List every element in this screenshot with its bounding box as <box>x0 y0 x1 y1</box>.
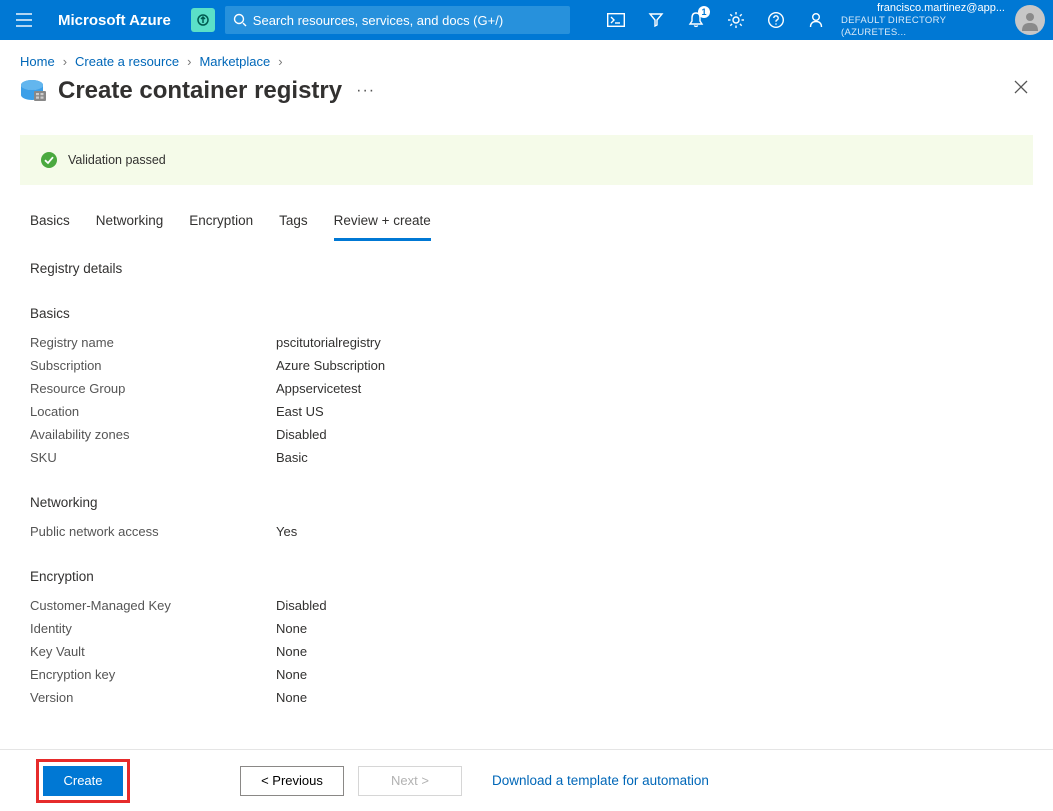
section-networking-title: Networking <box>30 495 1023 510</box>
tabs: Basics Networking Encryption Tags Review… <box>0 185 1053 241</box>
kv-availability-zones: Availability zonesDisabled <box>30 427 1023 442</box>
kv-identity: IdentityNone <box>30 621 1023 636</box>
kv-location: LocationEast US <box>30 404 1023 419</box>
section-encryption-title: Encryption <box>30 569 1023 584</box>
chevron-right-icon: › <box>278 54 282 69</box>
success-icon <box>40 151 58 169</box>
avatar[interactable] <box>1015 5 1045 35</box>
create-highlight: Create <box>36 759 130 803</box>
tab-basics[interactable]: Basics <box>30 207 70 241</box>
feedback-icon[interactable] <box>797 0 835 40</box>
more-actions-icon[interactable]: ··· <box>356 82 375 100</box>
breadcrumb: Home › Create a resource › Marketplace › <box>0 40 1053 73</box>
kv-key-vault: Key VaultNone <box>30 644 1023 659</box>
footer: Create < Previous Next > Download a temp… <box>0 749 1053 811</box>
section-registry-details: Registry details <box>30 261 1023 276</box>
kv-public-network-access: Public network accessYes <box>30 524 1023 539</box>
validation-banner: Validation passed <box>20 135 1033 185</box>
crumb-create-resource[interactable]: Create a resource <box>75 54 179 69</box>
kv-encryption-key: Encryption keyNone <box>30 667 1023 682</box>
account-email: francisco.martinez@app... <box>877 2 1005 15</box>
directory-filter-icon[interactable] <box>637 0 675 40</box>
account-directory: DEFAULT DIRECTORY (AZURETES... <box>841 15 1005 38</box>
kv-subscription: SubscriptionAzure Subscription <box>30 358 1023 373</box>
kv-version: VersionNone <box>30 690 1023 705</box>
validation-message: Validation passed <box>68 153 166 167</box>
notifications-icon[interactable]: 1 <box>677 0 715 40</box>
menu-toggle-icon[interactable] <box>8 0 40 40</box>
kv-cmk: Customer-Managed KeyDisabled <box>30 598 1023 613</box>
search-placeholder: Search resources, services, and docs (G+… <box>253 13 503 28</box>
brand-label[interactable]: Microsoft Azure <box>58 12 171 29</box>
container-registry-icon <box>20 77 48 105</box>
close-icon[interactable] <box>1013 79 1029 98</box>
search-icon <box>233 13 247 27</box>
tab-review-create[interactable]: Review + create <box>334 207 431 241</box>
search-input[interactable]: Search resources, services, and docs (G+… <box>225 6 570 34</box>
create-button[interactable]: Create <box>43 766 123 796</box>
kv-resource-group: Resource GroupAppservicetest <box>30 381 1023 396</box>
settings-icon[interactable] <box>717 0 755 40</box>
tab-networking[interactable]: Networking <box>96 207 164 241</box>
tab-encryption[interactable]: Encryption <box>189 207 253 241</box>
top-bar: Microsoft Azure Search resources, servic… <box>0 0 1053 40</box>
chevron-right-icon: › <box>187 54 191 69</box>
crumb-home[interactable]: Home <box>20 54 55 69</box>
chevron-right-icon: › <box>63 54 67 69</box>
kv-registry-name: Registry namepscitutorialregistry <box>30 335 1023 350</box>
tab-tags[interactable]: Tags <box>279 207 308 241</box>
download-template-link[interactable]: Download a template for automation <box>492 773 709 788</box>
topbar-icons: 1 <box>597 0 835 40</box>
content: Registry details Basics Registry namepsc… <box>0 241 1053 705</box>
page-title: Create container registry <box>58 77 342 105</box>
page-header: Create container registry ··· <box>0 73 1053 111</box>
account-info[interactable]: francisco.martinez@app... DEFAULT DIRECT… <box>841 2 1011 38</box>
help-icon[interactable] <box>757 0 795 40</box>
notification-count-badge: 1 <box>698 6 710 18</box>
next-button: Next > <box>358 766 462 796</box>
preview-badge-icon[interactable] <box>191 8 215 32</box>
kv-sku: SKUBasic <box>30 450 1023 465</box>
previous-button[interactable]: < Previous <box>240 766 344 796</box>
section-basics-title: Basics <box>30 306 1023 321</box>
crumb-marketplace[interactable]: Marketplace <box>199 54 270 69</box>
cloud-shell-icon[interactable] <box>597 0 635 40</box>
